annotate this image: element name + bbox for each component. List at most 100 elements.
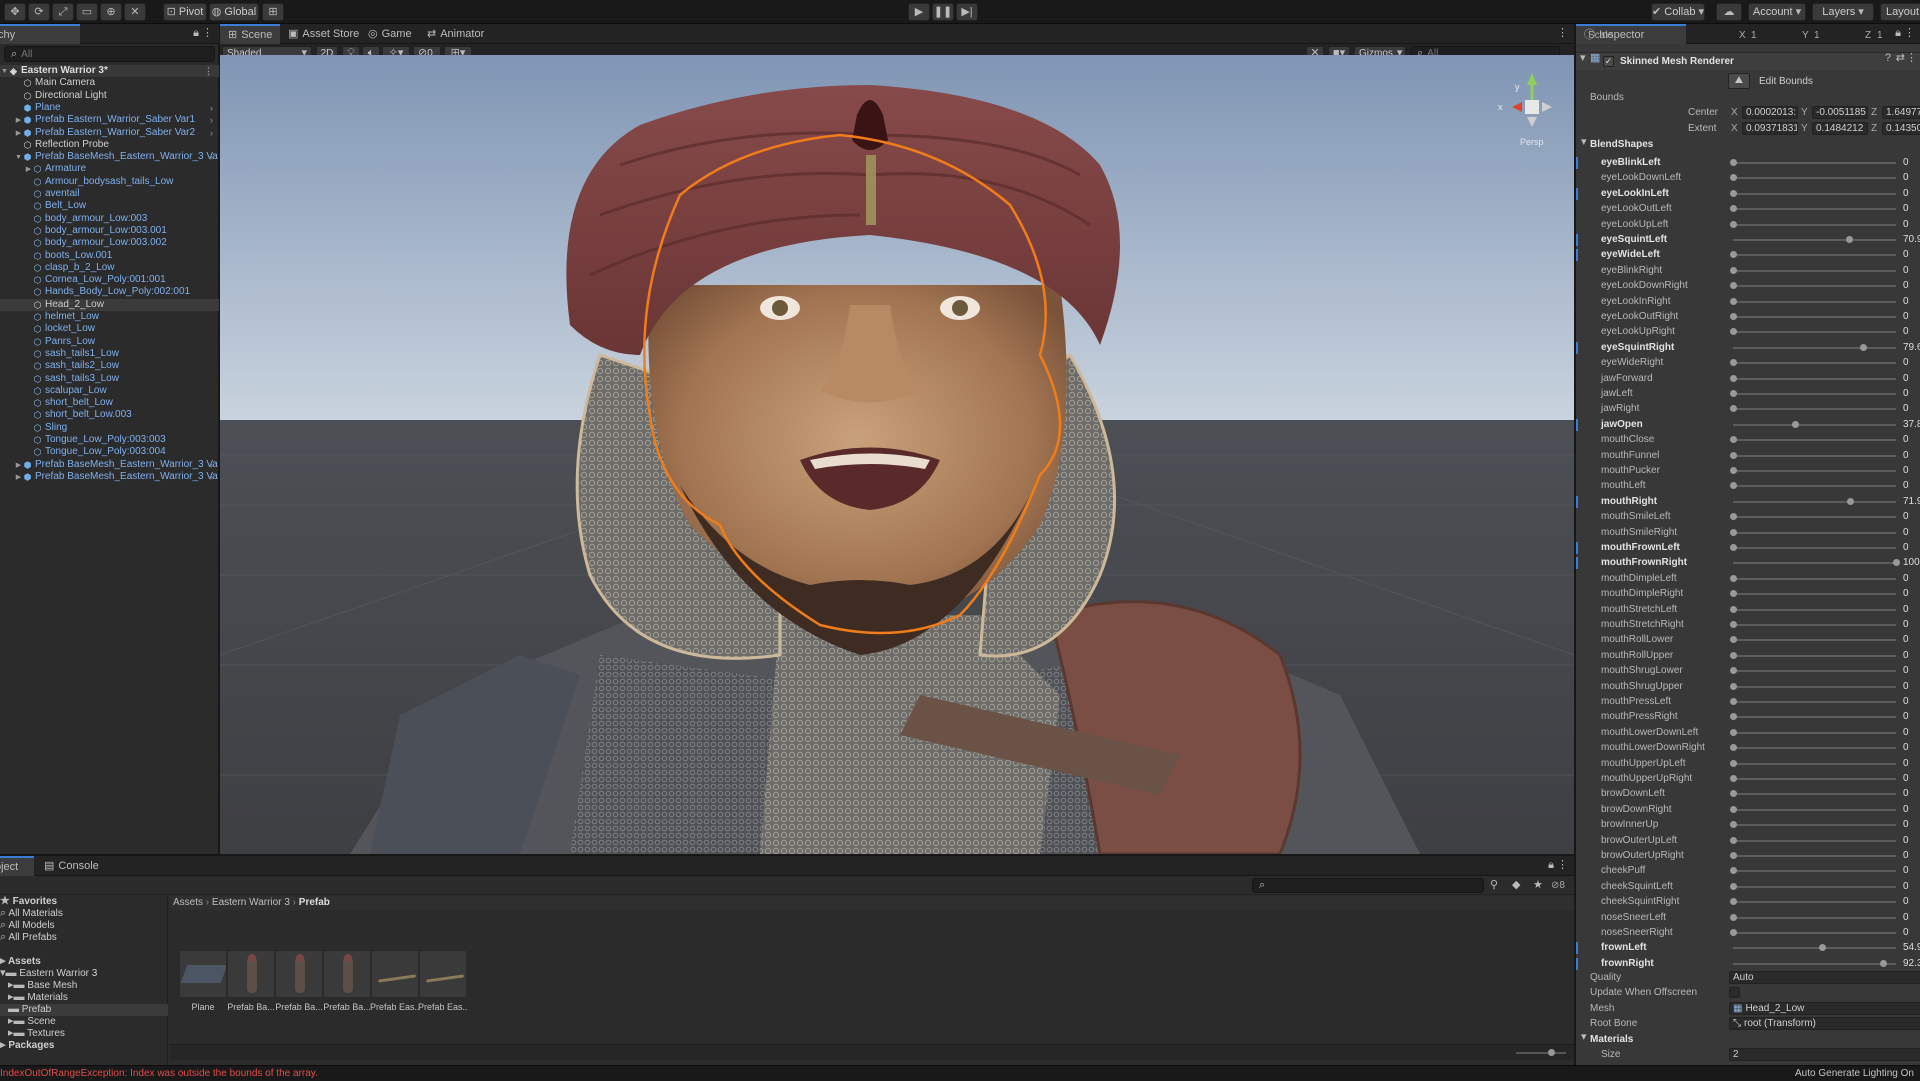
blendshape-value[interactable]: 0 [1903, 910, 1909, 925]
slider-knob[interactable] [1730, 574, 1737, 582]
extent-y-field[interactable]: 0.1484212 [1812, 122, 1868, 135]
hierarchy-item[interactable]: ▶ ⬢ Prefab Eastern_Warrior_Saber Var1 › [0, 114, 219, 126]
slider-knob[interactable] [1819, 944, 1827, 952]
blendshapes-foldout[interactable]: ▾ BlendShapes [1576, 137, 1920, 152]
hierarchy-item[interactable]: ⬡ body_armour_Low:003 [0, 213, 219, 225]
root-bone-field[interactable]: ⤡ root (Transform) [1729, 1017, 1920, 1030]
blendshape-value[interactable]: 0 [1903, 386, 1909, 401]
hierarchy-item[interactable]: ⬡ clasp_b_2_Low [0, 262, 219, 274]
hierarchy-item[interactable]: ▶ ⬡ Armature [0, 163, 219, 175]
blendshape-value[interactable]: 0 [1903, 817, 1909, 832]
slider-knob[interactable] [1730, 374, 1737, 382]
asset-item[interactable]: Prefab Ba... [322, 950, 372, 1012]
hierarchy-item[interactable]: ⬡ boots_Low.001 [0, 250, 219, 262]
blendshape-value[interactable]: 0 [1903, 740, 1909, 755]
hierarchy-item[interactable]: ⬡ Hands_Body_Low_Poly:002:001 [0, 286, 219, 298]
blendshape-value[interactable]: 0 [1903, 879, 1909, 894]
blendshape-slider[interactable] [1730, 744, 1896, 752]
blendshape-slider[interactable] [1730, 805, 1896, 813]
slider-knob[interactable] [1730, 620, 1737, 628]
persp-label[interactable]: Persp [1520, 137, 1544, 147]
hierarchy-item[interactable]: ▶ ⬢ Prefab Eastern_Warrior_Saber Var2 › [0, 127, 219, 139]
blendshape-slider[interactable] [1730, 574, 1896, 582]
hierarchy-item[interactable]: ⬡ locket_Low [0, 323, 219, 335]
blendshape-slider[interactable] [1730, 928, 1896, 936]
open-prefab-chevron-icon[interactable]: › [210, 114, 213, 126]
hierarchy-item[interactable]: ⬡ short_belt_Low [0, 397, 219, 409]
blendshape-value[interactable]: 54.9 [1903, 940, 1920, 955]
blendshape-value[interactable]: 0 [1903, 679, 1909, 694]
open-prefab-chevron-icon[interactable]: › [210, 471, 213, 483]
blendshape-slider[interactable] [1733, 944, 1896, 952]
hierarchy-item[interactable]: ⬡ Armour_bodysash_tails_Low [0, 176, 219, 188]
blendshape-value[interactable]: 79.6 [1903, 340, 1920, 355]
tab-project[interactable]: Project [0, 856, 34, 876]
hierarchy-item[interactable]: ▼ ⬢ Prefab BaseMesh_Eastern_Warrior_3 Va › [0, 151, 219, 163]
blendshape-slider[interactable] [1733, 959, 1896, 967]
blendshape-value[interactable]: 37.8 [1903, 417, 1920, 432]
help-icon[interactable]: ? [1885, 53, 1891, 64]
slider-knob[interactable] [1730, 898, 1737, 906]
hierarchy-search-input[interactable]: ⌕ All [4, 46, 215, 62]
slider-knob[interactable] [1730, 220, 1737, 228]
folder-materials[interactable]: ▸▬ Materials [0, 992, 168, 1004]
slider-knob[interactable] [1730, 667, 1737, 675]
slider-knob[interactable] [1730, 158, 1737, 166]
blendshape-value[interactable]: 0 [1903, 324, 1909, 339]
blendshape-value[interactable]: 0 [1903, 186, 1909, 201]
blendshape-slider[interactable] [1730, 636, 1896, 644]
tab-animator[interactable]: ⇄ Animator [419, 24, 492, 44]
folder-textures[interactable]: ▸▬ Textures [0, 1028, 168, 1040]
blendshape-slider[interactable] [1730, 759, 1896, 767]
slider-knob[interactable] [1730, 528, 1737, 536]
packages-header[interactable]: ▸ Packages [0, 1040, 168, 1052]
hierarchy-item[interactable]: ⬡ sash_tails2_Low [0, 360, 219, 372]
slider-knob[interactable] [1730, 605, 1737, 613]
kebab-menu-icon[interactable]: ⋮ [1906, 53, 1917, 64]
blendshape-slider[interactable] [1730, 436, 1896, 444]
project-search-input[interactable]: ⌕ [1252, 878, 1484, 893]
blendshape-value[interactable]: 0 [1903, 278, 1909, 293]
account-dropdown[interactable]: Account ▾ [1748, 3, 1806, 21]
global-toggle[interactable]: ◍ Global [209, 3, 259, 21]
slider-knob[interactable] [1859, 343, 1867, 351]
slider-knob[interactable] [1730, 774, 1737, 782]
blendshape-slider[interactable] [1730, 898, 1896, 906]
hierarchy-item[interactable]: ⬡ Reflection Probe [0, 139, 219, 151]
blendshape-value[interactable]: 0 [1903, 786, 1909, 801]
asset-item[interactable]: Prefab Ba... [226, 950, 276, 1012]
auto-generate-lighting-status[interactable]: Auto Generate Lighting On [1795, 1066, 1914, 1081]
favorites-header[interactable]: ★ Favorites [0, 896, 168, 908]
blendshape-value[interactable]: 0 [1903, 602, 1909, 617]
blendshape-value[interactable]: 0 [1903, 432, 1909, 447]
blendshape-value[interactable]: 0 [1903, 848, 1909, 863]
component-enabled-checkbox[interactable]: ✓ [1603, 56, 1614, 67]
kebab-menu-icon[interactable]: ⋮ [1557, 28, 1568, 39]
blendshape-value[interactable]: 0 [1903, 294, 1909, 309]
blendshape-value[interactable]: 0 [1903, 371, 1909, 386]
folder-prefab[interactable]: ▬ Prefab [0, 1004, 168, 1017]
blendshape-slider[interactable] [1730, 328, 1896, 336]
blendshape-slider[interactable] [1730, 713, 1896, 721]
hierarchy-item[interactable]: ⬡ scalupar_Low [0, 385, 219, 397]
blendshape-value[interactable]: 0 [1903, 170, 1909, 185]
asset-item[interactable]: Prefab Ba... [274, 950, 324, 1012]
open-prefab-chevron-icon[interactable]: › [210, 127, 213, 139]
blendshape-value[interactable]: 0 [1903, 355, 1909, 370]
collab-dropdown[interactable]: ✔ Collab ▾ [1651, 3, 1705, 21]
hierarchy-item[interactable]: ⬡ sash_tails3_Low [0, 373, 219, 385]
hierarchy-item[interactable]: ▶ ⬢ Prefab BaseMesh_Eastern_Warrior_3 Va › [0, 459, 219, 471]
blendshape-slider[interactable] [1730, 882, 1896, 890]
hierarchy-item[interactable]: ⬢ Plane › [0, 102, 219, 114]
open-prefab-chevron-icon[interactable]: › [210, 459, 213, 471]
filter-by-label-icon[interactable]: ◆ [1512, 880, 1520, 891]
blendshape-value[interactable]: 0 [1903, 725, 1909, 740]
assets-header[interactable]: ▸ Assets [0, 956, 168, 968]
scale-x-value[interactable]: 1 [1751, 30, 1757, 42]
blendshape-slider[interactable] [1730, 667, 1896, 675]
tab-game[interactable]: ◎ Game [360, 24, 420, 44]
blendshape-slider[interactable] [1730, 851, 1896, 859]
move-tool-button[interactable]: ✥ [4, 3, 26, 21]
slider-knob[interactable] [1730, 790, 1737, 798]
pivot-toggle[interactable]: ⊡ Pivot [163, 3, 207, 21]
